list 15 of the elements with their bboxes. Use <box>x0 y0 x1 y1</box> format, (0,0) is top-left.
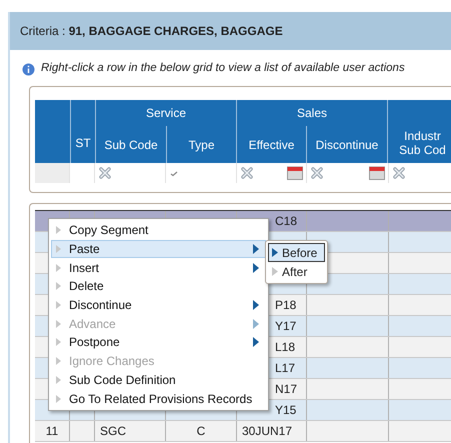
criteria-header: Criteria : 91, BAGGAGE CHARGES, BAGGAGE <box>10 12 451 50</box>
table-cell-text: 30JUN17 <box>242 423 292 440</box>
info-text: Right-click a row in the below grid to view a list of available user actions <box>41 61 405 76</box>
column-group-header: Sales <box>296 105 328 122</box>
table-cell-text: Y17 <box>274 318 296 335</box>
table-cell-text: P18 <box>274 297 296 314</box>
column-group-header: Service <box>144 105 187 122</box>
table-cell-text: L17 <box>274 360 296 377</box>
table-cell-text: L18 <box>274 339 296 356</box>
table-cell-text: N17 <box>274 381 298 398</box>
table-cell-text: C18 <box>274 213 298 230</box>
table-cell-text: SGC <box>100 423 126 440</box>
table-cell-text: C <box>196 423 206 440</box>
table-cell-text: Y15 <box>274 402 296 419</box>
table-cell-text: 11 <box>46 423 58 440</box>
